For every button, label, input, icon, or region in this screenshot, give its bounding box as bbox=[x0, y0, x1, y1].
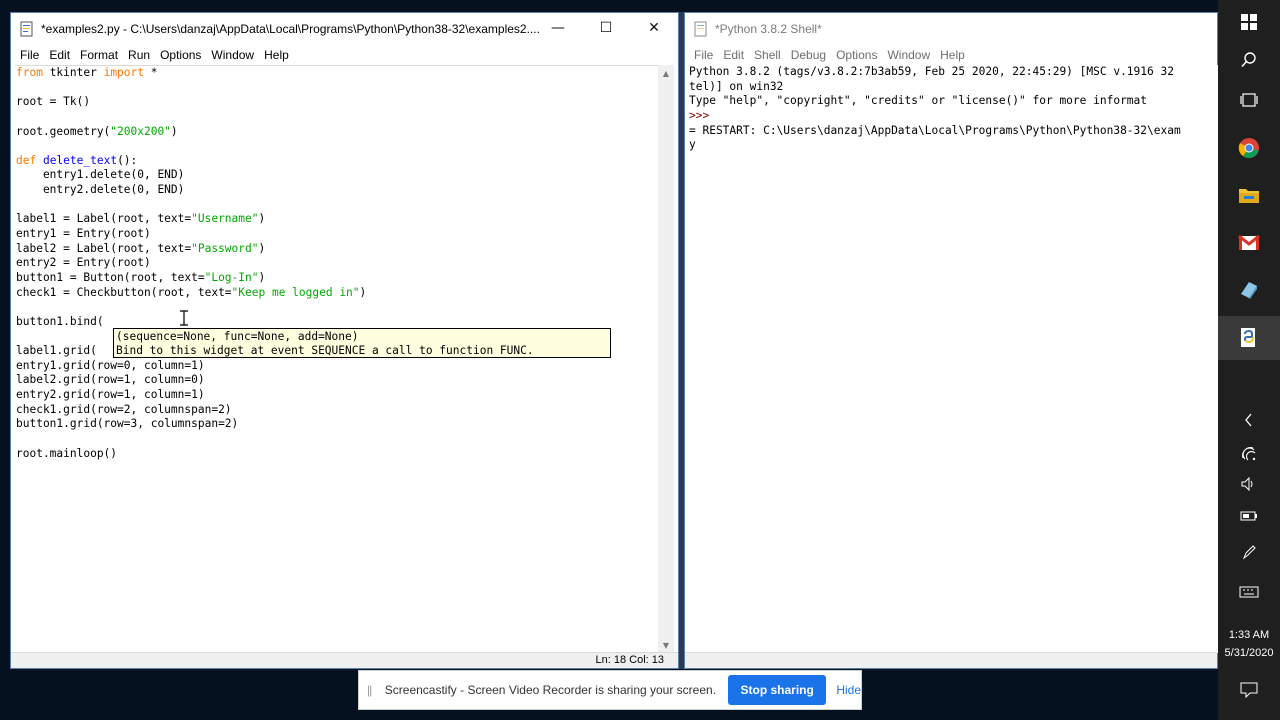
shell-line: Python 3.8.2 (tags/v3.8.2:7b3ab59, Feb 2… bbox=[689, 65, 1174, 78]
eraser-app-icon[interactable] bbox=[1218, 268, 1280, 312]
file-explorer-icon[interactable] bbox=[1218, 173, 1280, 217]
task-view-icon[interactable] bbox=[1218, 78, 1280, 122]
code-line: check1.grid(row=2, columnspan=2) bbox=[16, 402, 232, 416]
code-line: entry1.delete(0, END) bbox=[16, 168, 185, 182]
python-shell-window: *Python 3.8.2 Shell* File Edit Shell Debug O… bbox=[684, 12, 1219, 669]
hide-button[interactable]: Hide bbox=[836, 683, 861, 697]
python-idle-taskbar-icon[interactable] bbox=[1218, 316, 1280, 360]
editor-menubar: File Edit Format Run Options Window Help bbox=[11, 45, 678, 65]
code-line: entry2.grid(row=1, column=1) bbox=[16, 388, 205, 402]
scrollbar-thumb[interactable] bbox=[661, 83, 671, 635]
calltip-popup: (sequence=None, func=None, add=None) Bin… bbox=[113, 328, 611, 358]
code-line: check1 = Checkbutton(root, text="Keep me… bbox=[16, 285, 367, 299]
drag-handle-icon[interactable]: || bbox=[367, 683, 381, 697]
code-line: def delete_text(): bbox=[16, 153, 138, 167]
code-line: from tkinter import * bbox=[16, 66, 158, 79]
editor-vertical-scrollbar[interactable]: ▲ ▼ bbox=[658, 65, 674, 653]
sharing-message: Screencastify - Screen Video Recorder is… bbox=[384, 683, 717, 697]
shell-line: Type "help", "copyright", "credits" or "… bbox=[689, 94, 1148, 108]
close-button[interactable]: ✕ bbox=[630, 13, 678, 43]
keyboard-icon[interactable] bbox=[1218, 570, 1280, 614]
search-icon[interactable] bbox=[1218, 38, 1280, 82]
shell-menu-debug[interactable]: Debug bbox=[786, 45, 831, 65]
editor-menu-format[interactable]: Format bbox=[75, 45, 123, 65]
editor-menu-edit[interactable]: Edit bbox=[44, 45, 75, 65]
code-line: label1 = Label(root, text="Username") bbox=[16, 212, 266, 226]
text-cursor-icon bbox=[178, 310, 190, 326]
shell-menu-shell[interactable]: Shell bbox=[749, 45, 786, 65]
shell-menu-options[interactable]: Options bbox=[831, 45, 882, 65]
code-line: root = Tk() bbox=[16, 95, 91, 109]
scroll-up-arrow-icon[interactable]: ▲ bbox=[658, 65, 674, 81]
editor-menu-file[interactable]: File bbox=[15, 45, 44, 65]
minimize-button[interactable]: — bbox=[534, 13, 582, 43]
stop-sharing-button[interactable]: Stop sharing bbox=[728, 675, 827, 705]
code-editor-text[interactable]: from tkinter import * root = Tk() root.g… bbox=[15, 65, 661, 653]
editor-menu-run[interactable]: Run bbox=[123, 45, 155, 65]
python-file-icon bbox=[19, 21, 35, 37]
shell-menu-window[interactable]: Window bbox=[882, 45, 935, 65]
shell-line: y bbox=[689, 138, 696, 152]
code-line: entry1 = Entry(root) bbox=[16, 227, 151, 241]
python-shell-icon bbox=[693, 21, 709, 37]
screencastify-sharing-bar: || Screencastify - Screen Video Recorder… bbox=[358, 670, 862, 710]
shell-line: tel)] on win32 bbox=[689, 79, 784, 93]
calltip-signature: (sequence=None, func=None, add=None) bbox=[116, 330, 359, 343]
calltip-description: Bind to this widget at event SEQUENCE a … bbox=[116, 344, 534, 357]
shell-menu-file[interactable]: File bbox=[689, 45, 718, 65]
clock-date: 5/31/2020 bbox=[1224, 647, 1274, 659]
pen-workspace-icon[interactable] bbox=[1218, 530, 1280, 574]
editor-menu-window[interactable]: Window bbox=[206, 45, 259, 65]
taskbar: 1:33 AM 5/31/2020 bbox=[1218, 0, 1280, 720]
editor-menu-options[interactable]: Options bbox=[155, 45, 206, 65]
code-line: entry2 = Entry(root) bbox=[16, 256, 151, 270]
maximize-button[interactable]: ☐ bbox=[582, 13, 630, 43]
editor-statusbar: Ln: 18 Col: 13 bbox=[11, 652, 678, 668]
code-line: entry2.delete(0, END) bbox=[16, 183, 185, 197]
shell-line: = RESTART: C:\Users\danzaj\AppData\Local… bbox=[689, 123, 1181, 137]
shell-menu-edit[interactable]: Edit bbox=[718, 45, 749, 65]
shell-statusbar bbox=[685, 652, 1217, 668]
code-line: button1.grid(row=3, columnspan=2) bbox=[16, 417, 239, 431]
shell-line: >>> bbox=[689, 108, 716, 122]
clock-time: 1:33 AM bbox=[1228, 629, 1270, 641]
code-line: label2.grid(row=1, column=0) bbox=[16, 373, 205, 387]
code-line: root.mainloop() bbox=[16, 446, 118, 460]
code-line: root.geometry("200x200") bbox=[16, 124, 178, 138]
editor-title: *examples2.py - C:\Users\danzaj\AppData\… bbox=[41, 22, 540, 36]
editor-menu-help[interactable]: Help bbox=[259, 45, 294, 65]
shell-title: *Python 3.8.2 Shell* bbox=[715, 22, 822, 36]
code-line: entry1.grid(row=0, column=1) bbox=[16, 358, 205, 372]
chrome-icon[interactable] bbox=[1218, 126, 1280, 170]
action-center-icon[interactable] bbox=[1218, 668, 1280, 712]
gmail-icon[interactable] bbox=[1218, 221, 1280, 265]
scroll-down-arrow-icon[interactable]: ▼ bbox=[658, 637, 674, 653]
shell-output-text[interactable]: Python 3.8.2 (tags/v3.8.2:7b3ab59, Feb 2… bbox=[689, 65, 1219, 653]
shell-menubar: File Edit Shell Debug Options Window Help bbox=[685, 45, 1217, 65]
system-clock[interactable]: 1:33 AM 5/31/2020 bbox=[1218, 626, 1280, 662]
code-line: button1 = Button(root, text="Log-In") bbox=[16, 270, 266, 284]
editor-titlebar[interactable]: *examples2.py - C:\Users\danzaj\AppData\… bbox=[11, 13, 678, 45]
shell-titlebar[interactable]: *Python 3.8.2 Shell* bbox=[685, 13, 1217, 45]
code-line: label2 = Label(root, text="Password") bbox=[16, 241, 266, 255]
shell-menu-help[interactable]: Help bbox=[935, 45, 970, 65]
